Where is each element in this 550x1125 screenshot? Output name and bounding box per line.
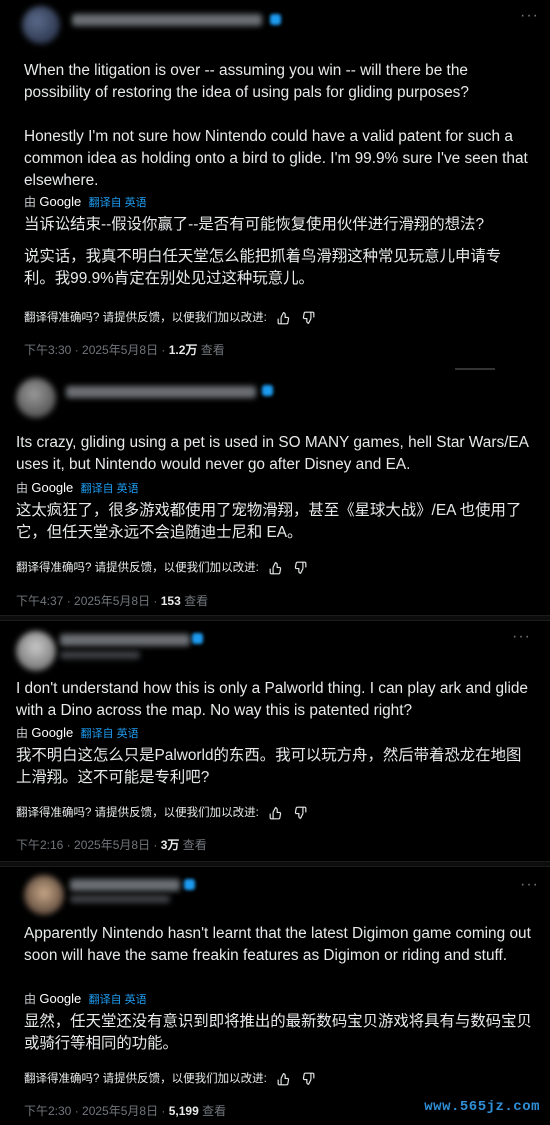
view-count: 1.2万: [168, 343, 198, 357]
views-label: 查看: [197, 343, 225, 357]
translated-text: 显然，任天堂还没有意识到即将推出的最新数码宝贝游戏将具有与数码宝贝或骑行等相同的…: [24, 1011, 534, 1055]
reply-post[interactable]: ··· When the litigation is over -- assum…: [0, 0, 550, 368]
google-logo: Google: [31, 725, 74, 740]
post-paragraph: Its crazy, gliding using a pet is used i…: [16, 434, 529, 473]
feedback-prompt: 翻译得准确吗? 请提供反馈，以便我们加以改进:: [24, 312, 267, 324]
translated-paragraph: 当诉讼结束--假设你赢了--是否有可能恢复使用伙伴进行滑翔的想法?: [24, 216, 484, 233]
translated-from-label[interactable]: 翻译自 英语: [81, 483, 139, 495]
post-meta: 下午2:30 · 2025年5月8日 · 5,199 查看: [24, 1103, 226, 1119]
translated-from-label[interactable]: 翻译自 英语: [89, 994, 147, 1006]
post-text: When the litigation is over -- assuming …: [24, 60, 529, 192]
view-count: 3万: [160, 838, 180, 852]
translated-from-label[interactable]: 翻译自 英语: [89, 197, 147, 209]
author-name[interactable]: [70, 879, 180, 891]
thumbs-down-icon[interactable]: [301, 311, 315, 325]
author-handle[interactable]: [70, 895, 170, 903]
site-watermark: www.565jz.com: [424, 1099, 540, 1115]
author-name[interactable]: [60, 634, 190, 646]
translated-by-label: 由: [24, 195, 37, 209]
translation-attribution: 由 Google 翻译自 英语: [16, 725, 139, 742]
author-handle[interactable]: [60, 651, 140, 659]
translated-text: 当诉讼结束--假设你赢了--是否有可能恢复使用伙伴进行滑翔的想法? 说实话，我真…: [24, 214, 529, 290]
translated-by-label: 由: [16, 726, 29, 740]
google-logo: Google: [39, 991, 82, 1006]
translation-attribution: 由 Google 翻译自 英语: [24, 991, 147, 1008]
post-paragraph: I don't understand how this is only a Pa…: [16, 680, 528, 719]
more-horizontal-icon[interactable]: ···: [512, 629, 531, 645]
post-paragraph: When the litigation is over -- assuming …: [24, 62, 469, 101]
avatar[interactable]: [22, 6, 60, 44]
verified-badge-icon: [192, 633, 203, 644]
thumbs-down-icon[interactable]: [301, 1072, 315, 1086]
translated-by-label: 由: [24, 992, 37, 1006]
translation-attribution: 由 Google 翻译自 英语: [16, 480, 139, 497]
google-logo: Google: [39, 194, 82, 209]
post-text: I don't understand how this is only a Pa…: [16, 678, 531, 722]
author-name[interactable]: [66, 386, 256, 398]
translated-by-label: 由: [16, 481, 29, 495]
verified-badge-icon: [184, 879, 195, 890]
reply-post[interactable]: ··· Apparently Nintendo hasn't learnt th…: [0, 867, 550, 1125]
post-timestamp[interactable]: 下午4:37 · 2025年5月8日 ·: [16, 594, 161, 608]
post-timestamp[interactable]: 下午3:30 · 2025年5月8日 ·: [24, 343, 169, 357]
post-timestamp[interactable]: 下午2:16 · 2025年5月8日 ·: [16, 838, 161, 852]
view-count: 153: [160, 594, 181, 608]
more-horizontal-icon[interactable]: ···: [520, 8, 539, 24]
post-meta: 下午3:30 · 2025年5月8日 · 1.2万 查看: [24, 342, 225, 358]
translated-paragraph: 我不明白这怎么只是Palworld的东西。我可以玩方舟，然后带着恐龙在地图上滑翔…: [16, 747, 522, 786]
feedback-prompt: 翻译得准确吗? 请提供反馈，以便我们加以改进:: [16, 562, 259, 574]
post-paragraph: Apparently Nintendo hasn't learnt that t…: [24, 925, 531, 964]
thumbs-up-icon[interactable]: [269, 806, 283, 820]
views-label: 查看: [180, 594, 209, 608]
feedback-prompt: 翻译得准确吗? 请提供反馈，以便我们加以改进:: [16, 807, 259, 819]
views-label: 查看: [198, 1104, 227, 1118]
thumbs-up-icon[interactable]: [277, 311, 291, 325]
translated-paragraph: 说实话，我真不明白任天堂怎么能把抓着鸟滑翔这种常见玩意儿申请专利。我99.9%肯…: [24, 248, 502, 287]
translation-feedback: 翻译得准确吗? 请提供反馈，以便我们加以改进:: [24, 310, 315, 326]
avatar[interactable]: [24, 875, 64, 915]
view-count: 5,199: [168, 1104, 199, 1118]
more-horizontal-icon[interactable]: ···: [520, 877, 539, 893]
translated-paragraph: 显然，任天堂还没有意识到即将推出的最新数码宝贝游戏将具有与数码宝贝或骑行等相同的…: [24, 1013, 532, 1052]
avatar[interactable]: [16, 631, 56, 671]
post-text: Apparently Nintendo hasn't learnt that t…: [24, 923, 534, 967]
verified-badge-icon: [262, 385, 273, 396]
thumbs-up-icon[interactable]: [277, 1072, 291, 1086]
post-meta: 下午2:16 · 2025年5月8日 · 3万 查看: [16, 837, 207, 853]
verified-badge-icon: [270, 14, 281, 25]
translated-text: 这太疯狂了，很多游戏都使用了宠物滑翔，甚至《星球大战》/EA 也使用了它，但任天…: [16, 500, 536, 544]
post-timestamp[interactable]: 下午2:30 · 2025年5月8日 ·: [24, 1104, 169, 1118]
post-meta: 下午4:37 · 2025年5月8日 · 153 查看: [16, 593, 208, 609]
thumbs-down-icon[interactable]: [293, 806, 307, 820]
author-name[interactable]: [72, 14, 262, 26]
avatar[interactable]: [16, 378, 56, 418]
translation-feedback: 翻译得准确吗? 请提供反馈，以便我们加以改进:: [24, 1071, 315, 1087]
thumbs-down-icon[interactable]: [293, 561, 307, 575]
post-paragraph: Honestly I'm not sure how Nintendo could…: [24, 128, 528, 189]
translation-feedback: 翻译得准确吗? 请提供反馈，以便我们加以改进:: [16, 805, 307, 821]
translation-attribution: 由 Google 翻译自 英语: [24, 194, 147, 211]
views-label: 查看: [179, 838, 207, 852]
translated-from-label[interactable]: 翻译自 英语: [81, 728, 139, 740]
reply-post[interactable]: Its crazy, gliding using a pet is used i…: [0, 370, 550, 615]
google-logo: Google: [31, 480, 74, 495]
post-text: Its crazy, gliding using a pet is used i…: [16, 432, 531, 476]
translated-paragraph: 这太疯狂了，很多游戏都使用了宠物滑翔，甚至《星球大战》/EA 也使用了它，但任天…: [16, 502, 522, 541]
reply-post[interactable]: ··· I don't understand how this is only …: [0, 621, 550, 861]
thumbs-up-icon[interactable]: [269, 561, 283, 575]
translated-text: 我不明白这怎么只是Palworld的东西。我可以玩方舟，然后带着恐龙在地图上滑翔…: [16, 745, 531, 789]
feedback-prompt: 翻译得准确吗? 请提供反馈，以便我们加以改进:: [24, 1073, 267, 1085]
translation-feedback: 翻译得准确吗? 请提供反馈，以便我们加以改进:: [16, 560, 307, 576]
